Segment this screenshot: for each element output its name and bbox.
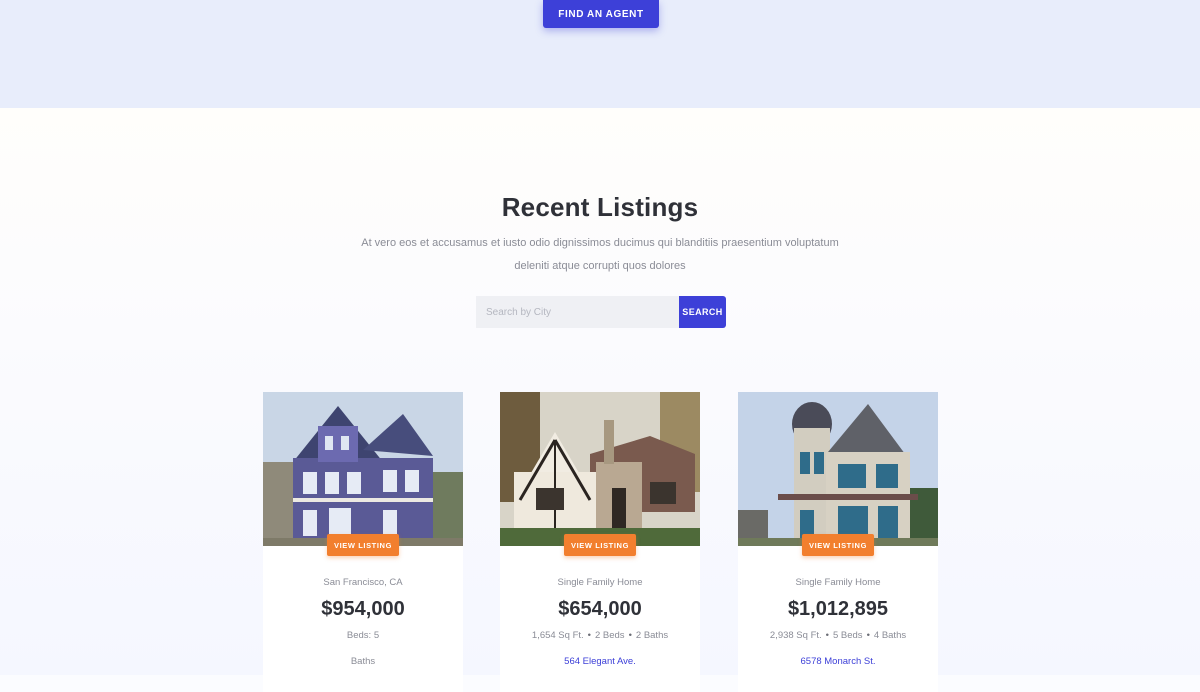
section-title: Recent Listings — [501, 192, 699, 222]
separator-dot: • — [866, 630, 870, 641]
listing-card: VIEW LISTING San Francisco, CA $954,000 … — [263, 392, 463, 692]
listing-address-link[interactable]: 6578 Monarch St. — [738, 656, 938, 667]
listing-beds: Beds: 5 — [346, 630, 380, 641]
listing-address-link[interactable]: 564 Elegant Ave. — [500, 656, 700, 667]
recent-listings-section: Recent Listings At vero eos et accusamus… — [0, 108, 1200, 692]
listing-baths: Baths — [350, 656, 376, 667]
victorian-turret-house-photo[interactable] — [738, 392, 938, 546]
listing-beds: 2 Beds — [594, 630, 625, 641]
listing-price: $654,000 — [558, 598, 642, 620]
listing-specs: Beds: 5 — [263, 630, 463, 641]
listing-type: Single Family Home — [557, 577, 643, 588]
hero-band: FIND AN AGENT — [0, 0, 1200, 108]
listing-sqft: 1,654 Sq Ft. — [531, 630, 584, 641]
listing-beds: 5 Beds — [832, 630, 863, 641]
listing-location: San Francisco, CA — [323, 577, 403, 588]
separator-dot: • — [825, 630, 829, 641]
section-description: At vero eos et accusamus et iusto odio d… — [361, 237, 839, 272]
listing-type: Single Family Home — [795, 577, 881, 588]
listing-price: $954,000 — [321, 598, 405, 620]
listing-price: $1,012,895 — [787, 598, 889, 620]
listing-card: VIEW LISTING Single Family Home $654,000… — [500, 392, 700, 692]
separator-dot: • — [628, 630, 632, 641]
listing-specs: 2,938 Sq Ft. • 5 Beds • 4 Baths — [738, 630, 938, 641]
view-listing-button[interactable]: VIEW LISTING — [802, 534, 874, 556]
listing-baths: 2 Baths — [635, 630, 669, 641]
listing-sqft: 2,938 Sq Ft. — [769, 630, 822, 641]
city-search: SEARCH — [476, 296, 726, 328]
search-button[interactable]: SEARCH — [679, 296, 726, 328]
separator-dot: • — [587, 630, 591, 641]
purple-victorian-house-photo[interactable] — [263, 392, 463, 546]
listing-specs: 1,654 Sq Ft. • 2 Beds • 2 Baths — [500, 630, 700, 641]
view-listing-button[interactable]: VIEW LISTING — [327, 534, 399, 556]
listing-card: VIEW LISTING Single Family Home $1,012,8… — [738, 392, 938, 692]
view-listing-button[interactable]: VIEW LISTING — [564, 534, 636, 556]
search-input[interactable] — [476, 296, 679, 328]
find-agent-button[interactable]: FIND AN AGENT — [543, 0, 659, 28]
listing-baths: 4 Baths — [873, 630, 907, 641]
tudor-house-photo[interactable] — [500, 392, 700, 546]
